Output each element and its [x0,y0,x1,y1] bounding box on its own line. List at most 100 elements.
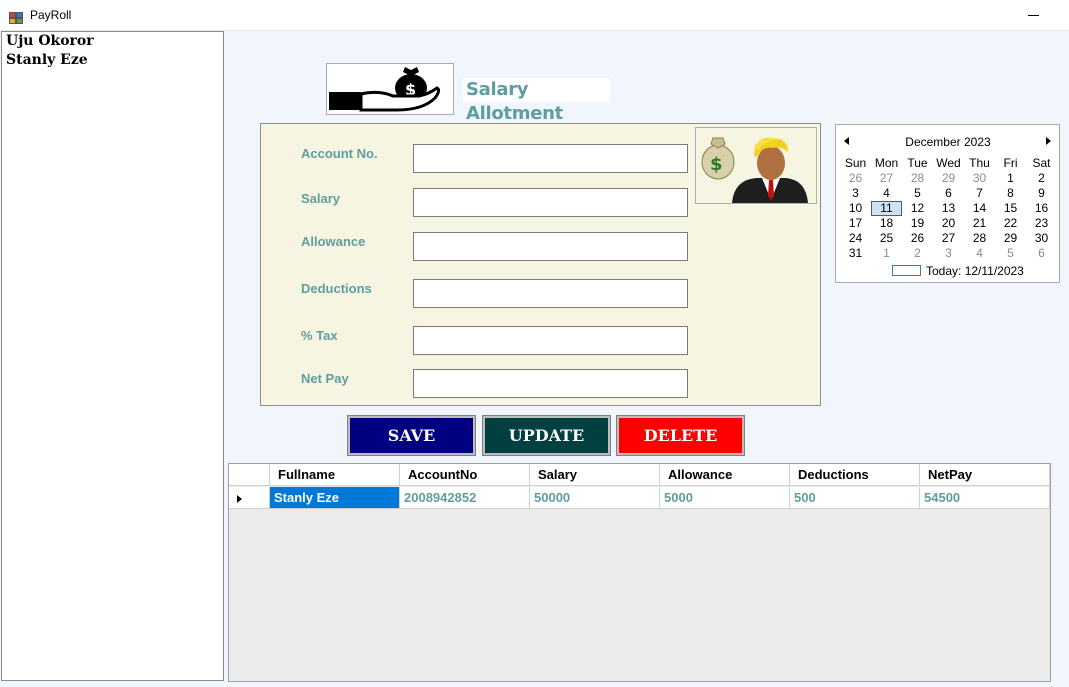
calendar-day[interactable]: 10 [840,201,871,216]
calendar-day[interactable]: 11 [871,201,902,216]
calendar-day[interactable]: 27 [933,231,964,246]
calendar-day[interactable]: 1 [871,246,902,261]
salary-label: Salary [301,191,341,206]
column-header-netpay[interactable]: NetPay [920,464,1050,486]
calendar-day[interactable]: 8 [995,186,1026,201]
next-month-icon[interactable] [1046,137,1051,145]
column-header-deductions[interactable]: Deductions [790,464,920,486]
save-button[interactable]: SAVE [347,415,476,456]
calendar-week-row: 17 18 19 20 21 22 23 [840,216,1057,231]
account-no-field[interactable] [413,144,688,173]
calendar-day[interactable]: 1 [995,171,1026,186]
calendar-day[interactable]: 5 [902,186,933,201]
delete-button[interactable]: DELETE [616,415,745,456]
calendar-day[interactable]: 15 [995,201,1026,216]
tax-field[interactable] [413,326,688,355]
calendar-month-label: December 2023 [905,135,991,149]
table-cell-accountno[interactable]: 2008942852 [400,487,530,509]
calendar-day[interactable]: 22 [995,216,1026,231]
column-header-fullname[interactable]: Fullname [270,464,400,486]
update-button[interactable]: UPDATE [482,415,611,456]
calendar-day[interactable]: 5 [995,246,1026,261]
calendar-day[interactable]: 6 [1026,246,1057,261]
weekday-label: Wed [936,156,961,170]
calendar-day[interactable]: 28 [964,231,995,246]
payroll-data-grid[interactable]: Fullname AccountNo Salary Allowance Dedu… [228,463,1051,682]
calendar-day[interactable]: 7 [964,186,995,201]
calendar-day[interactable]: 27 [871,171,902,186]
minimize-icon [1028,15,1039,16]
current-row-icon [237,495,242,503]
businessman-avatar-icon: $ [695,127,817,204]
list-item[interactable]: Uju Okoror [2,32,223,51]
page-title: Salary Allotment [463,78,610,124]
weekday-label: Tue [907,156,928,170]
column-header-allowance[interactable]: Allowance [660,464,790,486]
today-marker [892,265,921,276]
weekday-label: Fri [1003,156,1018,170]
calendar-day[interactable]: 2 [1026,171,1057,186]
calendar-day[interactable]: 9 [1026,186,1057,201]
account-no-label: Account No. [301,146,378,161]
minimize-button[interactable] [1010,0,1056,31]
table-cell-deductions[interactable]: 500 [790,487,920,509]
calendar-day[interactable]: 30 [964,171,995,186]
calendar-day[interactable]: 26 [840,171,871,186]
calendar-weekday-row: Sun Mon Tue Wed Thu Fri Sat [840,156,1057,171]
weekday-label: Sat [1032,156,1051,170]
window-title: PayRoll [30,8,72,22]
net-pay-field[interactable] [413,369,688,398]
calendar-day[interactable]: 29 [995,231,1026,246]
employee-list[interactable]: Uju Okoror Stanly Eze [1,31,224,681]
calendar-day[interactable]: 16 [1026,201,1057,216]
calendar-day[interactable]: 14 [964,201,995,216]
calendar-day[interactable]: 3 [933,246,964,261]
calendar-day[interactable]: 24 [840,231,871,246]
table-cell-allowance[interactable]: 5000 [660,487,790,509]
calendar-day[interactable]: 26 [902,231,933,246]
calendar-day[interactable]: 4 [871,186,902,201]
calendar-day[interactable]: 31 [840,246,871,261]
row-header[interactable] [229,487,270,509]
allowance-field[interactable] [413,232,688,261]
calendar-day[interactable]: 2 [902,246,933,261]
calendar-day[interactable]: 21 [964,216,995,231]
allowance-label: Allowance [301,234,366,249]
calendar-grid: Sun Mon Tue Wed Thu Fri Sat 26 27 28 29 30 1 2… [840,156,1057,261]
calendar-day[interactable]: 4 [964,246,995,261]
list-item[interactable]: Stanly Eze [2,51,223,70]
calendar-week-row: 3456789 [840,186,1057,201]
calendar-day[interactable]: 3 [840,186,871,201]
calendar-day[interactable]: 6 [933,186,964,201]
table-cell-netpay[interactable]: 54500 [920,487,1050,509]
money-bag-hand-logo: $ [326,63,454,115]
deductions-field[interactable] [413,279,688,308]
column-header-salary[interactable]: Salary [530,464,660,486]
calendar-day[interactable]: 20 [933,216,964,231]
calendar-day[interactable]: 28 [902,171,933,186]
table-cell-salary[interactable]: 50000 [530,487,660,509]
calendar-day[interactable]: 13 [933,201,964,216]
tax-label: % Tax [301,328,338,343]
deductions-label: Deductions [301,281,372,296]
calendar-day[interactable]: 17 [840,216,871,231]
svg-text:$: $ [710,154,723,175]
column-header-accountno[interactable]: AccountNo [400,464,530,486]
calendar-day[interactable]: 18 [871,216,902,231]
calendar-day[interactable]: 19 [902,216,933,231]
calendar-day[interactable]: 25 [871,231,902,246]
calendar-day[interactable]: 30 [1026,231,1057,246]
calendar-day[interactable]: 29 [933,171,964,186]
calendar-day[interactable]: 23 [1026,216,1057,231]
month-calendar[interactable]: December 2023 Sun Mon Tue Wed Thu Fri Sa… [835,124,1060,283]
title-bar: PayRoll [0,0,1069,31]
calendar-week-row: 26 27 28 29 30 1 2 [840,171,1057,186]
calendar-week-row: 31 1 2 3 4 5 6 [840,246,1057,261]
table-cell-fullname[interactable]: Stanly Eze [270,487,400,509]
weekday-label: Thu [969,156,990,170]
today-link[interactable]: Today: 12/11/2023 [926,264,1024,278]
net-pay-label: Net Pay [301,371,349,386]
weekday-label: Sun [844,156,867,170]
salary-field[interactable] [413,188,688,217]
calendar-day[interactable]: 12 [902,201,933,216]
